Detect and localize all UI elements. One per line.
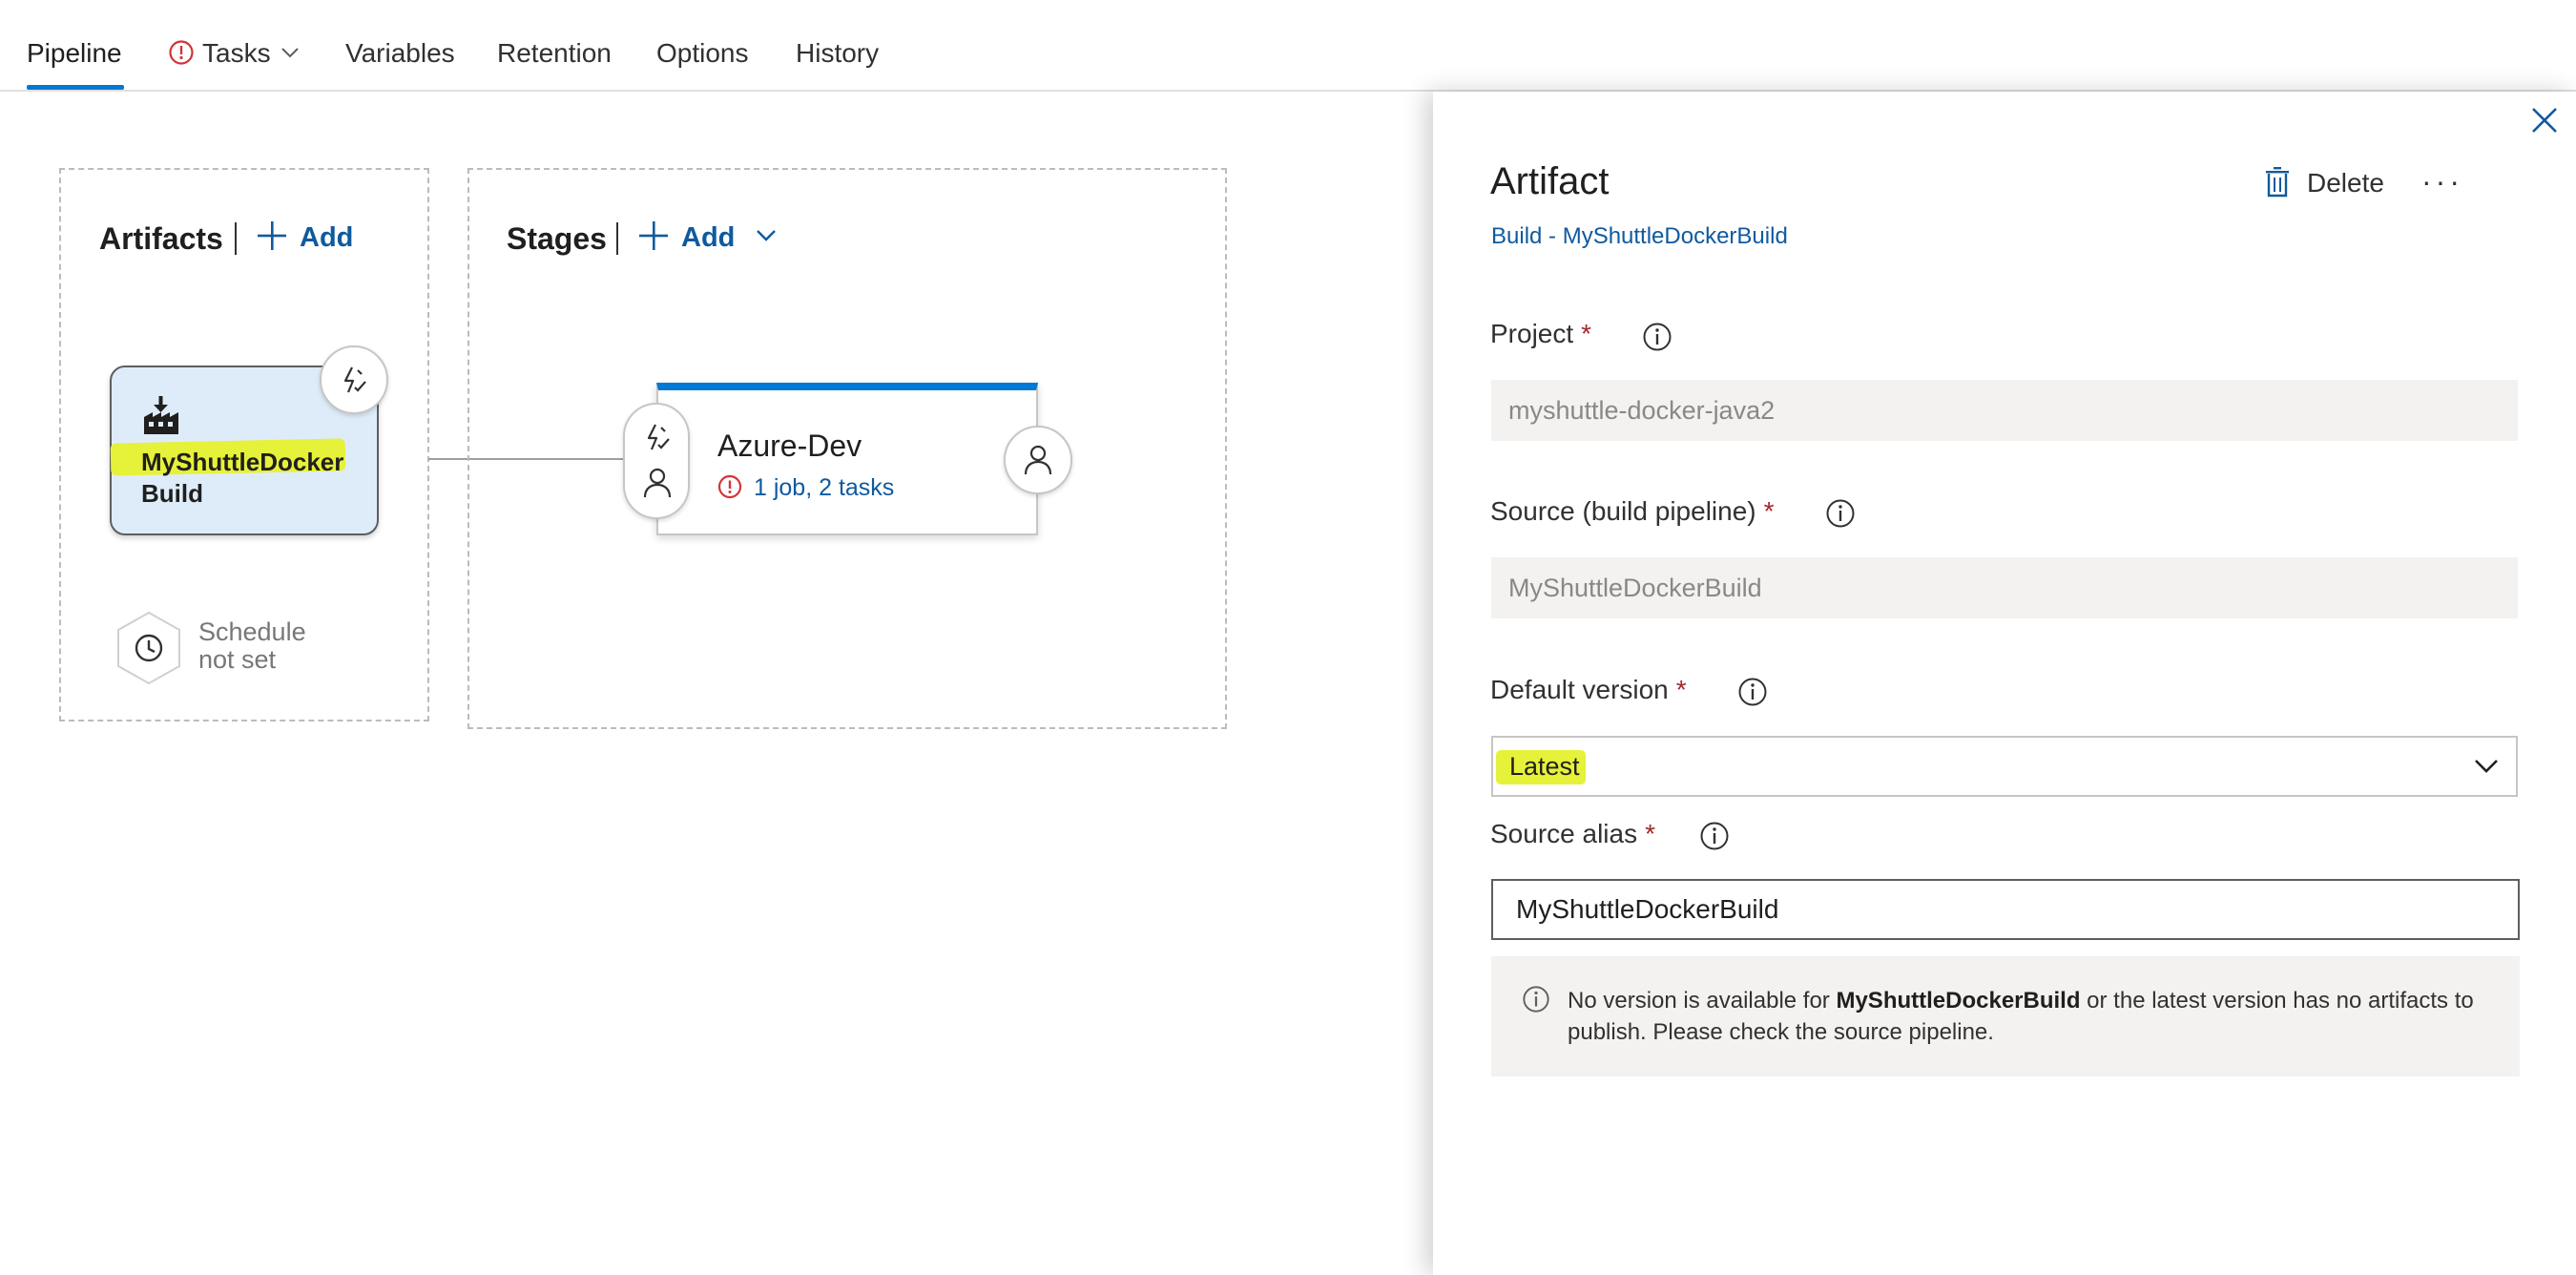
- tab-options[interactable]: Options: [656, 34, 749, 73]
- stage-summary-label: 1 job, 2 tasks: [754, 474, 895, 501]
- schedule-label: Schedule not set: [198, 618, 389, 674]
- person-icon: [1024, 445, 1052, 475]
- notice-text: No version is available for MyShuttleDoc…: [1568, 985, 2483, 1048]
- person-icon: [643, 468, 672, 498]
- artifact-name-line1: MyShuttleDocker: [141, 448, 344, 476]
- add-artifact-button[interactable]: Add: [256, 219, 353, 257]
- tab-retention-label: Retention: [497, 38, 612, 68]
- tab-pipeline-label: Pipeline: [27, 38, 122, 68]
- trash-icon: [2266, 166, 2289, 197]
- lightning-icon: [647, 424, 670, 450]
- default-version-dropdown[interactable]: [1491, 736, 2518, 797]
- tab-history[interactable]: History: [796, 34, 879, 73]
- project-field: myshuttle-docker-java2: [1491, 380, 2518, 441]
- clock-icon: [117, 611, 180, 685]
- artifacts-title: Artifacts: [99, 221, 223, 256]
- source-label-text: Source (build pipeline): [1490, 496, 1756, 526]
- required-marker: *: [1763, 496, 1775, 526]
- info-icon[interactable]: [1737, 677, 1768, 707]
- delete-label: Delete: [2307, 168, 2384, 198]
- tab-pipeline[interactable]: Pipeline: [27, 34, 122, 73]
- source-alias-input[interactable]: [1491, 879, 2520, 940]
- add-stage-label: Add: [681, 222, 736, 253]
- stages-title-divider: [616, 222, 618, 255]
- info-icon: [1523, 986, 1549, 1013]
- source-label: Source (build pipeline) *: [1490, 496, 1775, 527]
- post-deployment-conditions-button[interactable]: [1004, 426, 1072, 494]
- info-icon[interactable]: [1825, 498, 1856, 529]
- default-version-value: Latest: [1509, 752, 1580, 781]
- active-tab-indicator: [27, 85, 124, 90]
- tab-options-label: Options: [656, 38, 749, 68]
- tab-retention[interactable]: Retention: [497, 34, 612, 73]
- stage-name: Azure-Dev: [717, 428, 862, 463]
- notice-prefix: No version is available for: [1568, 988, 1837, 1014]
- stage-card-azure-dev[interactable]: Azure-Dev 1 job, 2 tasks: [656, 383, 1038, 535]
- schedule-line2: not set: [198, 645, 277, 674]
- source-alias-label: Source alias *: [1490, 819, 1655, 849]
- plus-icon: [258, 221, 286, 251]
- tab-variables[interactable]: Variables: [345, 34, 455, 73]
- panel-subtitle-link[interactable]: Build - MyShuttleDockerBuild: [1491, 223, 1788, 250]
- close-icon[interactable]: [2530, 106, 2559, 135]
- required-marker: *: [1581, 319, 1592, 348]
- info-icon[interactable]: [1699, 821, 1730, 851]
- chevron-down-icon: [757, 230, 777, 242]
- notice-pipeline-name: MyShuttleDockerBuild: [1836, 988, 2081, 1014]
- add-artifact-label: Add: [300, 222, 354, 253]
- pre-deployment-conditions-button[interactable]: [623, 403, 690, 519]
- tab-history-label: History: [796, 38, 880, 68]
- stage-summary-link[interactable]: 1 job, 2 tasks: [717, 474, 894, 502]
- release-pipeline-editor: Pipeline Tasks Variables Retention Optio…: [0, 0, 2576, 1275]
- artifact-name: MyShuttleDocker Build: [141, 447, 370, 510]
- source-pipeline-field: MyShuttleDockerBuild: [1491, 557, 2518, 618]
- chevron-down-icon: [280, 47, 299, 58]
- warning-icon: [717, 475, 742, 499]
- project-label-text: Project: [1490, 319, 1574, 348]
- tab-tasks-label: Tasks: [202, 38, 271, 68]
- artifacts-title-divider: [235, 222, 237, 255]
- required-marker: *: [1675, 675, 1687, 704]
- lightning-icon: [343, 366, 366, 393]
- continuous-deployment-trigger-button[interactable]: [320, 345, 388, 414]
- no-version-notice: No version is available for MyShuttleDoc…: [1491, 956, 2520, 1076]
- schedule-line1: Schedule: [198, 617, 306, 646]
- warning-icon: [169, 40, 194, 65]
- more-actions-button[interactable]: ···: [2421, 164, 2463, 199]
- build-factory-icon: [144, 396, 178, 434]
- stages-title: Stages: [507, 221, 607, 256]
- default-version-label: Default version *: [1490, 675, 1687, 705]
- source-alias-label-text: Source alias: [1490, 819, 1638, 848]
- top-tab-bar: Pipeline Tasks Variables Retention Optio…: [0, 0, 2576, 92]
- required-marker: *: [1645, 819, 1655, 848]
- artifact-name-line2: Build: [141, 479, 203, 508]
- add-stage-button[interactable]: Add: [637, 219, 777, 257]
- chevron-down-icon: [2475, 760, 2498, 773]
- default-version-label-text: Default version: [1490, 675, 1669, 704]
- tab-tasks[interactable]: Tasks: [168, 34, 300, 73]
- delete-artifact-button[interactable]: Delete: [2265, 166, 2384, 200]
- tab-variables-label: Variables: [345, 38, 455, 68]
- project-label: Project *: [1490, 319, 1591, 349]
- plus-icon: [639, 221, 668, 251]
- info-icon[interactable]: [1642, 322, 1672, 352]
- panel-title: Artifact: [1490, 160, 1610, 202]
